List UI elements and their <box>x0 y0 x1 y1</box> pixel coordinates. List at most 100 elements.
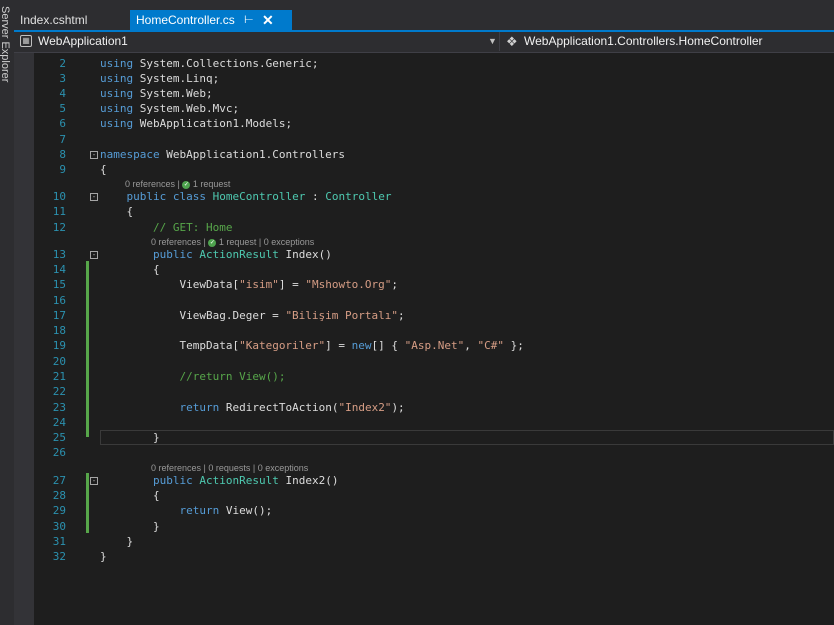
code-line[interactable]: 22 <box>14 384 834 400</box>
pin-icon[interactable]: ⊢ <box>244 10 254 30</box>
code-line[interactable]: 5 using System.Web.Mvc; <box>14 101 834 117</box>
line-number: 16 <box>52 294 66 307</box>
type-token: ActionResult <box>199 474 279 487</box>
code-line[interactable]: 32} <box>14 549 834 565</box>
tab-index-cshtml[interactable]: Index.cshtml <box>14 10 130 30</box>
index2-codelens[interactable]: 0 references | 0 requests | 0 exceptions <box>151 462 308 474</box>
code-line[interactable]: 26 <box>14 445 834 461</box>
code-line[interactable]: 24 <box>14 415 834 431</box>
code-line[interactable]: 21 //return View(); <box>14 369 834 385</box>
code-line[interactable]: 23 return RedirectToAction("Index2"); <box>14 400 834 416</box>
code-token: { <box>100 163 107 176</box>
code-line[interactable]: 14 { <box>14 262 834 278</box>
close-icon[interactable]: ✕ <box>262 10 274 30</box>
keyword-token: public <box>126 190 167 203</box>
keyword-token: using <box>100 102 134 115</box>
type-token: ActionResult <box>199 248 279 261</box>
project-dropdown[interactable]: ▦ WebApplication1 ▼ <box>14 32 500 51</box>
line-number: 15 <box>52 278 66 291</box>
code-token: RedirectToAction( <box>219 401 339 414</box>
line-code: { <box>100 162 107 178</box>
code-line[interactable]: 29 return View(); <box>14 503 834 519</box>
line-number: 6 <box>59 117 66 130</box>
line-number: 11 <box>52 205 66 218</box>
server-explorer-label[interactable]: Server Explorer <box>0 6 11 82</box>
code-line[interactable]: 6 using WebApplication1.Models; <box>14 116 834 132</box>
code-line[interactable]: 15 ViewData["isim"] = "Mshowto.Org"; <box>14 277 834 293</box>
code-editor[interactable]: 2 using System.Collections.Generic; 3 using… <box>14 53 834 625</box>
class-codelens[interactable]: 0 references | ✓ 1 request <box>125 178 230 190</box>
index-collapse-toggle[interactable]: - <box>90 251 98 259</box>
class-collapse-toggle[interactable]: - <box>90 193 98 201</box>
codelens-item[interactable]: 0 references <box>151 237 201 247</box>
code-token: : <box>305 190 326 203</box>
type-token: Controller <box>325 190 392 203</box>
code-line[interactable]: 17 ViewBag.Deger = "Bilişim Portalı"; <box>14 308 834 324</box>
line-code: using System.Linq; <box>100 71 219 87</box>
code-line[interactable]: 12 // GET: Home <box>14 220 834 236</box>
line-number: 13 <box>52 248 66 261</box>
code-line[interactable]: 13 public ActionResult Index() <box>14 247 834 263</box>
codelens-item[interactable]: 0 references <box>151 463 201 473</box>
code-line[interactable]: 31 } <box>14 534 834 550</box>
code-line[interactable]: 16 <box>14 293 834 309</box>
tab-homecontroller-cs[interactable]: HomeController.cs ⊢ ✕ <box>130 10 292 30</box>
codelens-separator: | <box>256 237 264 247</box>
code-line[interactable]: 4 using System.Web; <box>14 86 834 102</box>
line-code: namespace WebApplication1.Controllers <box>100 147 345 163</box>
type-dropdown[interactable]: ❖ WebApplication1.Controllers.HomeContro… <box>504 32 834 51</box>
code-token: { <box>100 489 160 502</box>
change-tracking-bar <box>86 261 89 437</box>
index-codelens[interactable]: 0 references | ✓ 1 request | 0 exception… <box>151 236 314 248</box>
code-line[interactable]: 10 public class HomeController : Control… <box>14 189 834 205</box>
line-code: } <box>100 430 160 446</box>
code-line[interactable]: 27 public ActionResult Index2() <box>14 473 834 489</box>
code-token: System.Collections.Generic; <box>133 57 319 70</box>
codelens-separator: | <box>201 237 209 247</box>
namespace-collapse-toggle[interactable]: - <box>90 151 98 159</box>
string-token: "isim" <box>239 278 279 291</box>
code-line[interactable]: 2 using System.Collections.Generic; <box>14 56 834 72</box>
comment-token: //return View(); <box>179 370 286 383</box>
line-code: } <box>100 549 107 565</box>
codelens-item[interactable]: 1 request <box>219 237 257 247</box>
code-line[interactable]: 19 TempData["Kategoriler"] = new[] { "As… <box>14 338 834 354</box>
codelens-item[interactable]: 0 exceptions <box>258 463 309 473</box>
codelens-item[interactable]: 0 references <box>125 179 175 189</box>
line-code: { <box>100 488 160 504</box>
code-line[interactable]: 25 } <box>14 430 834 446</box>
line-number: 5 <box>59 102 66 115</box>
codelens-item[interactable]: 0 exceptions <box>264 237 315 247</box>
code-token: ViewData[ <box>100 278 240 291</box>
line-number: 10 <box>52 190 66 203</box>
line-number: 7 <box>59 133 66 146</box>
keyword-token: return <box>179 401 220 414</box>
line-number: 32 <box>52 550 66 563</box>
line-number: 29 <box>52 504 66 517</box>
code-line[interactable]: 8 namespace WebApplication1.Controllers <box>14 147 834 163</box>
server-explorer-rail[interactable]: Server Explorer <box>0 0 15 625</box>
codelens-item[interactable]: 0 requests <box>208 463 250 473</box>
line-number: 28 <box>52 489 66 502</box>
code-line[interactable]: 18 <box>14 323 834 339</box>
codelens-item[interactable]: 1 request <box>193 179 231 189</box>
code-line[interactable]: 30 } <box>14 519 834 535</box>
code-line[interactable]: 7 <box>14 132 834 148</box>
line-number: 18 <box>52 324 66 337</box>
code-line[interactable]: 20 <box>14 354 834 370</box>
code-line[interactable]: 28 { <box>14 488 834 504</box>
line-code: return RedirectToAction("Index2"); <box>100 400 405 416</box>
keyword-token: new <box>351 339 372 352</box>
line-number: 17 <box>52 309 66 322</box>
code-line[interactable]: 11 { <box>14 204 834 220</box>
project-name: WebApplication1 <box>38 34 128 48</box>
code-token: ] = <box>325 339 352 352</box>
code-line[interactable]: 3 using System.Linq; <box>14 71 834 87</box>
code-token: ); <box>391 401 405 414</box>
code-line[interactable]: 9{ <box>14 162 834 178</box>
index2-collapse-toggle[interactable]: - <box>90 477 98 485</box>
keyword-token: public <box>152 248 193 261</box>
document-tab-bar: Index.cshtml HomeController.cs ⊢ ✕ <box>14 0 834 30</box>
chevron-down-icon[interactable]: ▼ <box>488 32 497 51</box>
code-token: } <box>100 520 160 533</box>
